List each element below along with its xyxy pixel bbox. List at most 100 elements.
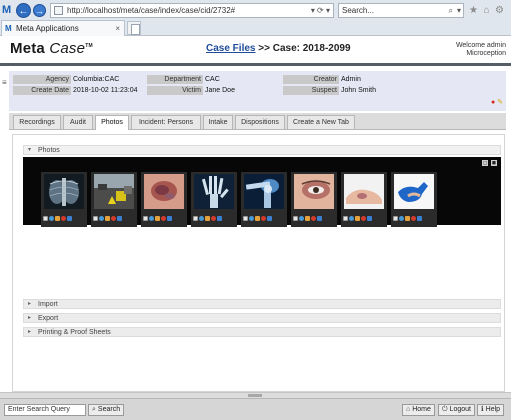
help-button[interactable]: ℹ Help [477, 404, 505, 416]
victim-label: Victim [147, 86, 203, 95]
creator-value: Admin [341, 76, 361, 83]
printing-section-header[interactable]: ▸ Printing & Proof Sheets [23, 327, 501, 337]
photo-thumbnail[interactable] [391, 172, 437, 227]
expand-arrow-icon: ▸ [28, 329, 32, 335]
bruised-skin-photo[interactable] [144, 174, 184, 209]
url-bar[interactable]: http://localhost/meta/case/index/case/ci… [50, 3, 334, 18]
gallery-expand-icon[interactable]: ◼ [491, 160, 497, 166]
photo-thumbnail[interactable] [241, 172, 287, 227]
photo-thumbnail[interactable] [91, 172, 137, 227]
gloved-hand-photo[interactable] [394, 174, 434, 209]
info-icon[interactable] [167, 216, 172, 221]
tab-intake[interactable]: Intake [203, 115, 233, 129]
star-icon[interactable]: ★ [468, 5, 479, 16]
browser-search-input[interactable]: Search... ⌕ ▾ [338, 3, 464, 18]
edit-icon[interactable] [405, 216, 410, 221]
new-tab-button[interactable] [127, 21, 141, 35]
settings-icon[interactable] [49, 216, 54, 221]
bruised-eye-photo[interactable] [294, 174, 334, 209]
select-checkbox-icon[interactable] [293, 216, 298, 221]
settings-icon[interactable] [99, 216, 104, 221]
settings-icon[interactable] [399, 216, 404, 221]
search-button[interactable]: ⌕ Search [88, 404, 125, 416]
forward-button[interactable]: → [33, 4, 46, 17]
tab-dispositions[interactable]: Dispositions [235, 115, 285, 129]
hand-xray-photo[interactable] [194, 174, 234, 209]
settings-icon[interactable] [199, 216, 204, 221]
edit-icon[interactable] [205, 216, 210, 221]
edit-icon[interactable] [355, 216, 360, 221]
delete-icon[interactable] [411, 216, 416, 221]
info-icon[interactable] [417, 216, 422, 221]
photo-thumbnail[interactable] [141, 172, 187, 227]
select-checkbox-icon[interactable] [93, 216, 98, 221]
refresh-icon[interactable]: ▾ ⟳ ▾ [311, 4, 330, 17]
edit-icon[interactable] [255, 216, 260, 221]
breadcrumb-case-files-link[interactable]: Case Files [206, 43, 255, 54]
shoulder-xray-photo[interactable] [244, 174, 284, 209]
select-checkbox-icon[interactable] [343, 216, 348, 221]
edit-icon[interactable] [155, 216, 160, 221]
settings-icon[interactable] [249, 216, 254, 221]
select-checkbox-icon[interactable] [393, 216, 398, 221]
select-checkbox-icon[interactable] [243, 216, 248, 221]
edit-icon[interactable] [55, 216, 60, 221]
tab-create-new[interactable]: Create a New Tab [287, 115, 355, 129]
delete-icon[interactable] [211, 216, 216, 221]
close-tab-icon[interactable]: × [115, 21, 120, 36]
settings-icon[interactable] [149, 216, 154, 221]
edit-icon[interactable] [105, 216, 110, 221]
breadcrumb-current: >> Case: 2018-2099 [255, 43, 351, 54]
edit-icon[interactable] [305, 216, 310, 221]
gallery-select-icon[interactable]: ◻ [482, 160, 489, 166]
remove-icon[interactable]: ● [491, 99, 495, 106]
settings-icon[interactable]: ⚙ [494, 5, 505, 16]
metacase-logo[interactable]: Meta CaseTM [10, 40, 93, 57]
info-icon[interactable] [317, 216, 322, 221]
delete-icon[interactable] [61, 216, 66, 221]
search-dropdown-icon[interactable]: ▾ [457, 4, 461, 17]
side-panel-handle-icon[interactable]: ≡ [2, 78, 7, 87]
settings-icon[interactable] [299, 216, 304, 221]
chest-xray-photo[interactable] [44, 174, 84, 209]
browser-tab[interactable]: M Meta Applications × [1, 20, 125, 36]
search-icon[interactable]: ⌕ [449, 4, 453, 17]
info-icon[interactable] [67, 216, 72, 221]
select-checkbox-icon[interactable] [43, 216, 48, 221]
settings-icon[interactable] [349, 216, 354, 221]
info-icon[interactable] [117, 216, 122, 221]
tab-photos[interactable]: Photos [95, 115, 129, 130]
photo-thumbnail[interactable] [291, 172, 337, 227]
photos-section-header[interactable]: ▾ Photos [23, 145, 501, 155]
bruised-foot-photo[interactable] [344, 174, 384, 209]
home-button[interactable]: ⌂ Home [402, 404, 435, 416]
photo-thumbnail[interactable] [191, 172, 237, 227]
edit-icon[interactable]: ✎ [497, 99, 503, 106]
back-button[interactable]: ← [16, 3, 31, 18]
car-accident-photo[interactable] [94, 174, 134, 209]
export-section-header[interactable]: ▸ Export [23, 313, 501, 323]
bottom-search-input[interactable]: Enter Search Query [4, 404, 86, 416]
delete-icon[interactable] [361, 216, 366, 221]
splitter-grip[interactable] [248, 394, 262, 397]
photo-thumbnail[interactable] [41, 172, 87, 227]
tab-audit[interactable]: Audit [63, 115, 93, 129]
delete-icon[interactable] [111, 216, 116, 221]
select-checkbox-icon[interactable] [143, 216, 148, 221]
photo-actions [343, 216, 387, 223]
photo-thumbnail[interactable] [341, 172, 387, 227]
logout-button[interactable]: ⏻ Logout [438, 404, 475, 416]
tab-recordings[interactable]: Recordings [13, 115, 61, 129]
home-icon[interactable]: ⌂ [481, 5, 492, 16]
delete-icon[interactable] [161, 216, 166, 221]
import-section-header[interactable]: ▸ Import [23, 299, 501, 309]
delete-icon[interactable] [261, 216, 266, 221]
tab-incident-persons[interactable]: Incident: Persons [131, 115, 201, 129]
select-checkbox-icon[interactable] [193, 216, 198, 221]
info-icon[interactable] [267, 216, 272, 221]
info-icon[interactable] [217, 216, 222, 221]
department-value: CAC [205, 76, 220, 83]
create-date-label: Create Date [13, 86, 71, 95]
delete-icon[interactable] [311, 216, 316, 221]
info-icon[interactable] [367, 216, 372, 221]
